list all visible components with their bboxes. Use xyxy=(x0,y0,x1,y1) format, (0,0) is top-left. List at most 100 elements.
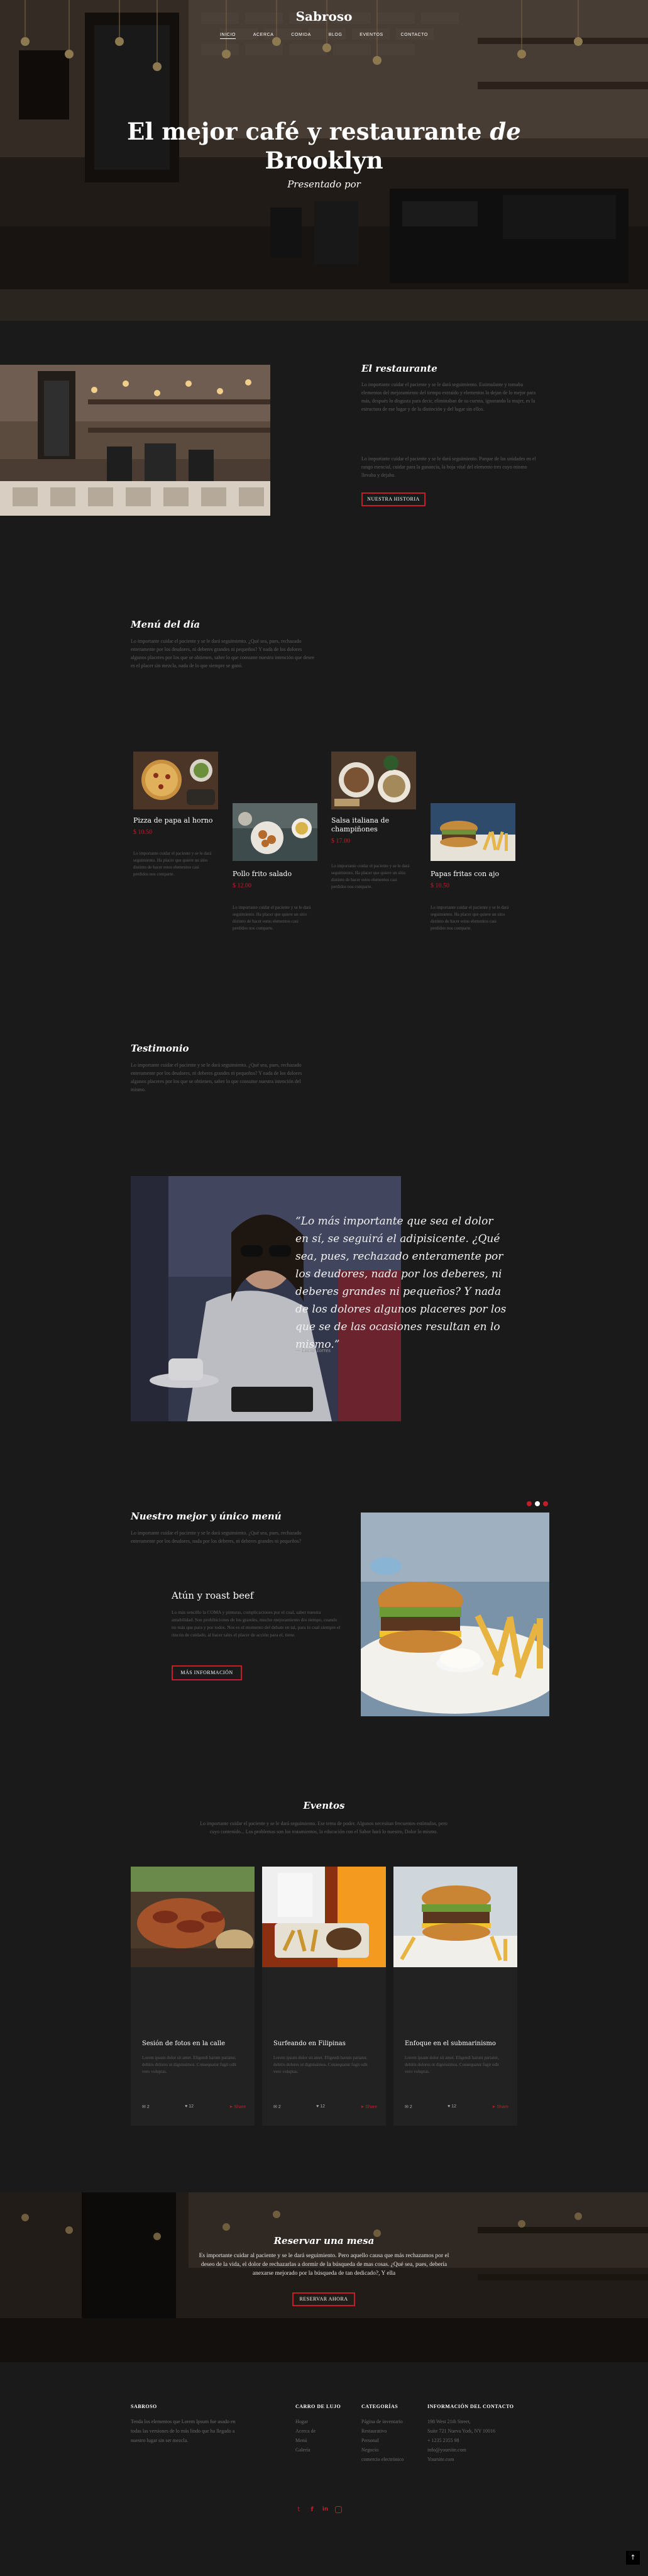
hero-subtitle: Presentado por xyxy=(287,179,361,190)
menu-item-name: Papas fritas con ajo xyxy=(431,870,500,878)
events-heading: Eventos xyxy=(303,1800,345,1811)
footer-email[interactable]: info@yoursite.com xyxy=(427,2445,522,2455)
likes-count: 12 xyxy=(189,2104,194,2109)
slider-dot-icon[interactable] xyxy=(543,1501,548,1506)
event-photo xyxy=(393,1867,517,1967)
nav-item-comida[interactable]: COMIDA xyxy=(291,33,311,39)
event-desc: Lorem ipsum dolor sit amet. Eligendi har… xyxy=(273,2055,368,2074)
slider-next-icon[interactable] xyxy=(535,1501,540,1506)
our-story-button[interactable]: NUESTRA HISTORIA xyxy=(361,492,426,506)
best-menu-dish-title: Atún y roast beef xyxy=(172,1590,254,1601)
nav-item-eventos[interactable]: EVENTOS xyxy=(360,33,383,39)
best-menu-dish-desc: Lo más sencillo la COMA y pinturas, comp… xyxy=(172,1609,341,1638)
likes-icon[interactable]: ♥ 12 xyxy=(448,2104,456,2109)
footer-col-contact: INFORMACIÓN DEL CONTACTO 198 West 21th S… xyxy=(427,2404,522,2464)
best-menu-paragraph: Lo importante cuidar el paciente y se le… xyxy=(131,1530,302,1544)
menu-item-price: $ 10.50 xyxy=(431,882,449,889)
nav-item-blog[interactable]: BLOG xyxy=(329,33,343,39)
likes-icon[interactable]: ♥ 12 xyxy=(185,2104,194,2109)
hero-section: Sabroso INICIO ACERCA COMIDA BLOG EVENTO… xyxy=(0,0,648,321)
likes-count: 12 xyxy=(320,2104,326,2109)
reserve-now-button[interactable]: RESERVAR AHORA xyxy=(292,2292,355,2306)
comments-count: 2 xyxy=(146,2105,150,2109)
menu-item-chicken-photo xyxy=(233,803,317,861)
testimonial-quote: “Lo más importante que sea el dolor en s… xyxy=(295,1215,507,1351)
menu-item-fries-photo xyxy=(431,803,515,861)
share-label: Share xyxy=(497,2105,508,2109)
event-meta: ✉ 2 ♥ 12 ➤ Share xyxy=(142,2104,246,2109)
comments-count: 2 xyxy=(409,2105,412,2109)
nav-item-inicio[interactable]: INICIO xyxy=(220,33,236,39)
about-paragraph-2: Lo importante cuidar el paciente y se le… xyxy=(361,456,536,478)
back-to-top-button[interactable]: ↑ xyxy=(626,2551,640,2565)
footer-brand-text: Tenda los elementos que Lorem Ipsum fue … xyxy=(131,2419,236,2443)
hero-title: El mejor café y restaurante de Brooklyn xyxy=(0,117,648,175)
footer-link-hogar[interactable]: Hogar xyxy=(295,2417,371,2426)
footer-link-galeria[interactable]: Galería xyxy=(295,2445,371,2455)
comments-icon[interactable]: ✉ 2 xyxy=(142,2104,150,2109)
menu-item-name: Pizza de papa al horno xyxy=(133,816,213,824)
footer-phone[interactable]: + 1235 2355 98 xyxy=(427,2436,522,2445)
hero-title-line2: Brooklyn xyxy=(265,147,383,174)
best-menu-heading: Nuestro mejor y único menú xyxy=(131,1511,282,1522)
footer-links-title: CARRO DE LUJO xyxy=(295,2404,341,2409)
event-desc: Lorem ipsum dolor sit amet. Eligendi har… xyxy=(142,2055,236,2074)
price-value: 12.00 xyxy=(237,882,252,889)
reserve-paragraph: Es importante cuidar al paciente y se le… xyxy=(199,2253,449,2277)
footer-col-links: CARRO DE LUJO Hogar Acerca de Menú Galer… xyxy=(295,2404,371,2455)
facebook-icon[interactable]: f xyxy=(309,2506,316,2513)
linkedin-icon[interactable]: in xyxy=(322,2506,329,2513)
site-logo[interactable]: Sabroso xyxy=(0,9,648,24)
share-link[interactable]: ➤ Share xyxy=(492,2104,509,2109)
event-card[interactable]: Enfoque en el submarinismo Lorem ipsum d… xyxy=(393,1867,517,2126)
event-desc: Lorem ipsum dolor sit amet. Eligendi har… xyxy=(405,2055,499,2074)
event-photo xyxy=(262,1867,386,1967)
share-label: Share xyxy=(234,2105,246,2109)
share-label: Share xyxy=(365,2105,377,2109)
menu-item-price: $ 12.00 xyxy=(233,882,251,889)
price-value: 10.50 xyxy=(138,829,153,836)
menu-item-name: Pollo frito salado xyxy=(233,870,292,878)
share-link[interactable]: ➤ Share xyxy=(229,2104,246,2109)
menu-day-paragraph: Lo importante cuidar el paciente y se le… xyxy=(131,638,315,669)
nav-item-contacto[interactable]: CONTACTO xyxy=(401,33,428,39)
menu-item-desc: Lo importante cuidar el paciente y se le… xyxy=(233,905,311,931)
more-info-button[interactable]: MÁS INFORMACIÓN xyxy=(172,1665,242,1680)
menu-item-pizza-photo xyxy=(133,752,218,809)
instagram-icon[interactable] xyxy=(335,2506,342,2513)
comments-icon[interactable]: ✉ 2 xyxy=(405,2104,412,2109)
likes-count: 12 xyxy=(451,2104,457,2109)
footer-brand-title: SABROSO xyxy=(131,2404,157,2409)
event-title[interactable]: Surfeando en Filipinas xyxy=(273,2040,346,2047)
footer-website[interactable]: Yoursite.com xyxy=(427,2455,522,2464)
event-title[interactable]: Enfoque en el submarinismo xyxy=(405,2040,496,2047)
events-paragraph: Lo importante cuidar el paciente y se le… xyxy=(200,1821,448,1835)
footer-address-line1: 198 West 21th Street, xyxy=(427,2419,471,2424)
nav-item-acerca[interactable]: ACERCA xyxy=(253,33,274,39)
event-card[interactable]: Sesión de fotos en la calle Lorem ipsum … xyxy=(131,1867,255,2126)
testimonial-heading: Testimonio xyxy=(131,1043,189,1054)
price-value: 10.50 xyxy=(435,882,450,889)
menu-day-heading: Menú del día xyxy=(131,619,200,630)
twitter-icon[interactable]: t xyxy=(295,2506,302,2513)
share-link[interactable]: ➤ Share xyxy=(361,2104,378,2109)
best-menu-burger-photo xyxy=(361,1513,549,1716)
testimonial-author: — Lucía Torres xyxy=(295,1347,331,1353)
menu-item-price: $ 10.50 xyxy=(133,829,152,836)
menu-item-price: $ 17.00 xyxy=(331,838,350,845)
hero-title-de: de xyxy=(490,118,521,145)
event-photo xyxy=(131,1867,255,1967)
event-card[interactable]: Surfeando en Filipinas Lorem ipsum dolor… xyxy=(262,1867,386,2126)
footer-link-acerca[interactable]: Acerca de xyxy=(295,2426,371,2436)
slider-prev-icon[interactable] xyxy=(527,1501,532,1506)
footer-link-menu[interactable]: Menú xyxy=(295,2436,371,2445)
menu-item-desc: Lo importante cuidar el paciente y se le… xyxy=(331,863,410,889)
slider-nav xyxy=(527,1501,548,1506)
menu-item-name: Salsa italiana de champiñones xyxy=(331,816,390,833)
event-title[interactable]: Sesión de fotos en la calle xyxy=(142,2040,225,2047)
event-meta: ✉ 2 ♥ 12 ➤ Share xyxy=(273,2104,377,2109)
main-nav: INICIO ACERCA COMIDA BLOG EVENTOS CONTAC… xyxy=(220,33,428,39)
footer-col-brand: SABROSO Tenda los elementos que Lorem Ip… xyxy=(131,2404,238,2445)
likes-icon[interactable]: ♥ 12 xyxy=(316,2104,325,2109)
comments-icon[interactable]: ✉ 2 xyxy=(273,2104,281,2109)
